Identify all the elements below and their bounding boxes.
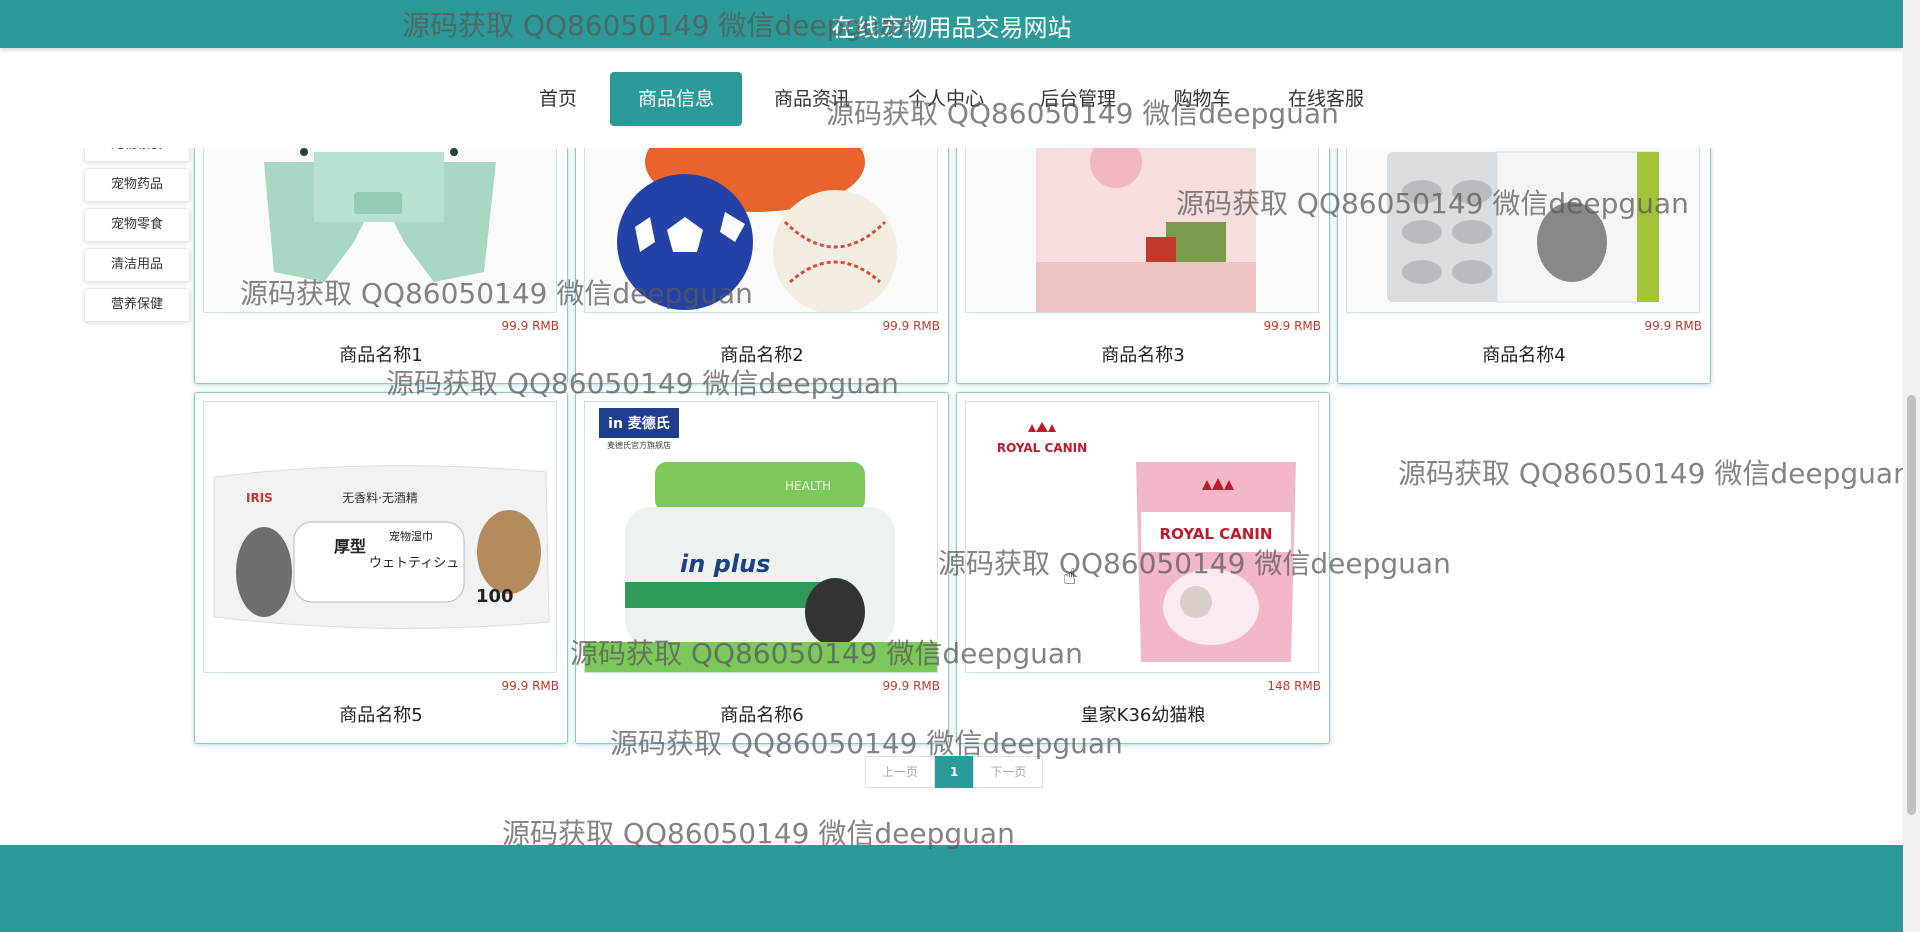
product-price: 99.9 RMB xyxy=(882,319,940,333)
product-price: 99.9 RMB xyxy=(1263,319,1321,333)
wipes-label-3: 厚型 xyxy=(334,537,366,556)
page-1-button[interactable]: 1 xyxy=(935,756,974,788)
nav-products[interactable]: 商品信息 xyxy=(610,72,742,126)
wipes-label-4: ウェトティシュ xyxy=(369,556,459,571)
product-price: 99.9 RMB xyxy=(501,319,559,333)
category-cleaning[interactable]: 清洁用品 xyxy=(84,248,190,282)
product-card[interactable]: ROYAL CANIN ROYAL CANIN 148 RMB 皇家K36幼猫粮 xyxy=(956,392,1330,744)
product-name: 商品名称4 xyxy=(1482,345,1566,366)
category-pet-medicine[interactable]: 宠物药品 xyxy=(84,168,190,202)
category-sidebar: 宠物粮食 宠物药品 宠物零食 清洁用品 营养保健 xyxy=(84,136,190,328)
main-nav: 首页 商品信息 商品资讯 个人中心 后台管理 购物车 在线客服 xyxy=(0,48,1903,148)
footer xyxy=(0,845,1903,932)
product-price: 99.9 RMB xyxy=(882,679,940,693)
nav-news[interactable]: 商品资讯 xyxy=(770,72,854,126)
product-name: 商品名称5 xyxy=(339,705,423,726)
royal-bag-label: ROYAL CANIN xyxy=(1160,525,1273,543)
nav-cart[interactable]: 购物车 xyxy=(1168,72,1236,126)
nav-home[interactable]: 首页 xyxy=(532,72,584,126)
nav-user-center[interactable]: 个人中心 xyxy=(904,72,988,126)
product-name: 商品名称2 xyxy=(720,345,804,366)
wipes-label-2: 宠物湿巾 xyxy=(389,529,433,543)
product-card[interactable]: 无香料·无酒精 厚型 宠物湿巾 ウェトティシュ IRIS 100 99.9 RM… xyxy=(194,392,568,744)
product-image-royal-canin-bag: ROYAL CANIN ROYAL CANIN xyxy=(965,401,1319,673)
product-name: 商品名称1 xyxy=(339,345,423,366)
nav-customer-service[interactable]: 在线客服 xyxy=(1284,72,1368,126)
product-image-supplement-jar: in 麦德氏 麦德氏官方旗舰店 HEALTH in plus xyxy=(584,401,938,673)
wipes-brand: IRIS xyxy=(246,491,273,505)
nav-admin[interactable]: 后台管理 xyxy=(1036,72,1120,126)
site-title: 在线宠物用品交易网站 xyxy=(831,14,1072,42)
next-page-button[interactable]: 下一页 xyxy=(973,756,1044,788)
product-price: 148 RMB xyxy=(1267,679,1321,693)
top-header-bar: 在线宠物用品交易网站 xyxy=(0,0,1903,48)
mouse-cursor-icon: ☝ xyxy=(1063,565,1077,590)
product-card[interactable]: in 麦德氏 麦德氏官方旗舰店 HEALTH in plus 99.9 RMB … xyxy=(575,392,949,744)
product-image-wipes: 无香料·无酒精 厚型 宠物湿巾 ウェトティシュ IRIS 100 xyxy=(203,401,557,673)
product-price: 99.9 RMB xyxy=(501,679,559,693)
jar-subtitle: 麦德氏官方旗舰店 xyxy=(607,440,671,450)
prev-page-button[interactable]: 上一页 xyxy=(865,756,936,788)
category-pet-snacks[interactable]: 宠物零食 xyxy=(84,208,190,242)
pagination: 上一页 1 下一页 xyxy=(865,756,1044,788)
category-nutrition[interactable]: 营养保健 xyxy=(84,288,190,322)
jar-health-label: HEALTH xyxy=(785,479,831,493)
jar-brand: in 麦德氏 xyxy=(608,415,670,432)
wipes-label-1: 无香料·无酒精 xyxy=(342,491,418,505)
scrollbar-thumb[interactable] xyxy=(1907,395,1916,815)
product-price: 99.9 RMB xyxy=(1644,319,1702,333)
page-scrollbar[interactable] xyxy=(1903,0,1920,932)
product-name: 商品名称3 xyxy=(1101,345,1185,366)
wipes-count: 100 xyxy=(476,586,514,607)
product-name: 商品名称6 xyxy=(720,705,804,726)
product-name: 皇家K36幼猫粮 xyxy=(1080,705,1206,726)
royal-logo-text: ROYAL CANIN xyxy=(997,441,1087,455)
jar-product-label: in plus xyxy=(680,550,770,578)
